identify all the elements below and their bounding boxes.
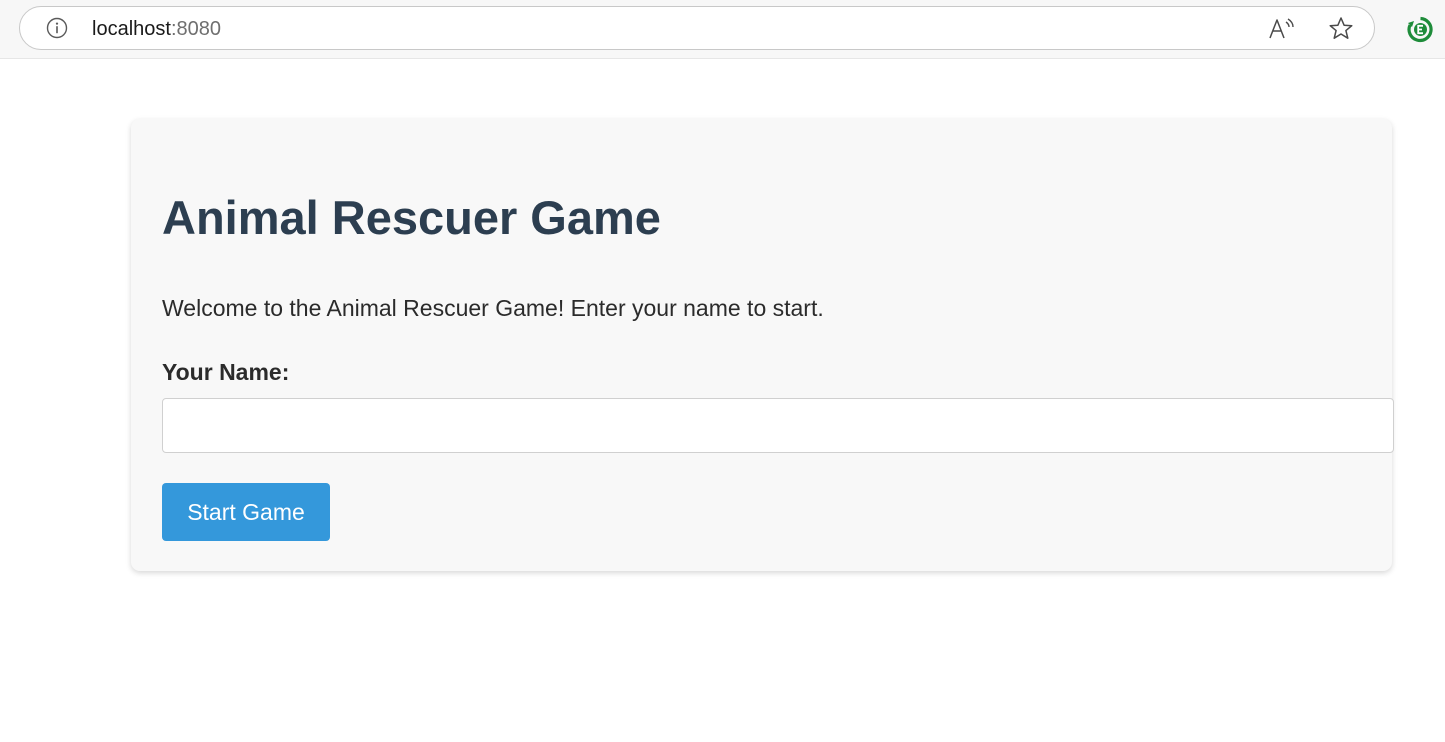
extension-icon[interactable] (1407, 16, 1434, 43)
read-aloud-icon[interactable] (1268, 16, 1296, 42)
info-icon[interactable] (46, 17, 68, 39)
address-bar[interactable]: localhost:8080 (19, 6, 1375, 50)
name-label: Your Name: (162, 359, 290, 385)
url-host: localhost (92, 18, 171, 40)
star-icon[interactable] (1328, 16, 1354, 42)
url-text[interactable]: localhost:8080 (92, 18, 221, 40)
start-game-button[interactable]: Start Game (162, 483, 330, 541)
page-title: Animal Rescuer Game (162, 191, 661, 244)
url-port: :8080 (170, 18, 221, 40)
welcome-text: Welcome to the Animal Rescuer Game! Ente… (162, 295, 824, 321)
start-card: Animal Rescuer Game Welcome to the Anima… (131, 119, 1394, 571)
name-input[interactable] (162, 398, 1394, 453)
browser-toolbar: localhost:8080 (0, 0, 1445, 59)
